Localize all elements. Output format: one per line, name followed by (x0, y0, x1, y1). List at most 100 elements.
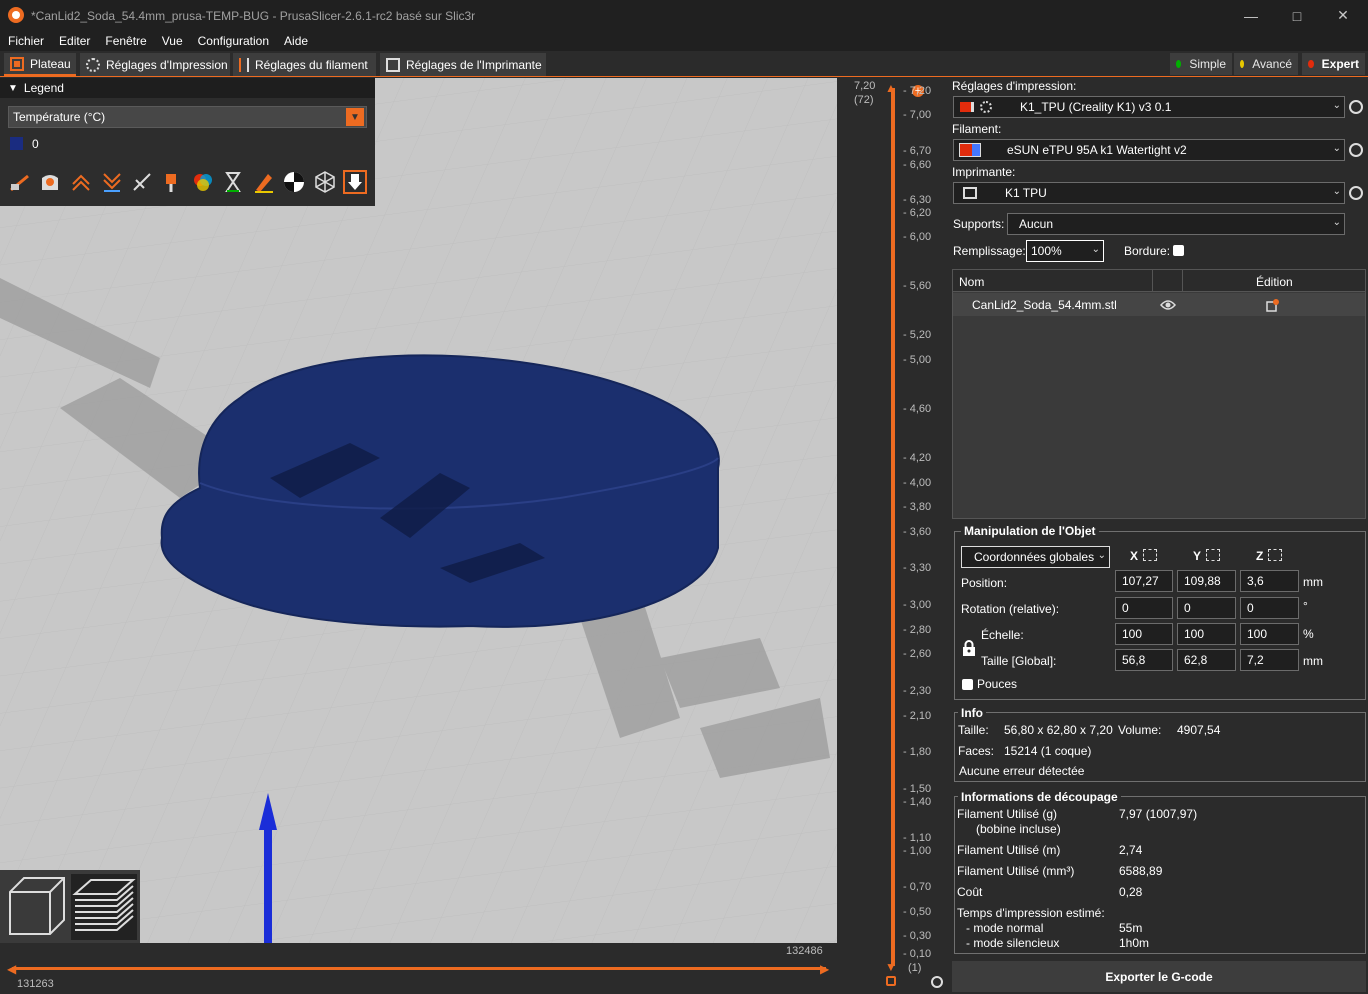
mode-expert-button[interactable]: Expert (1302, 53, 1365, 75)
spool-icon (239, 57, 249, 72)
bed-scene (0, 78, 837, 943)
minimize-icon[interactable]: — (1228, 0, 1274, 31)
3d-view-icon[interactable] (6, 874, 68, 938)
lock-icon[interactable] (962, 640, 976, 656)
export-gcode-button[interactable]: Exporter le G-code (952, 961, 1366, 992)
deretractions-icon[interactable] (100, 170, 124, 194)
tab-plateau[interactable]: Plateau (4, 53, 76, 76)
view-type-dropdown[interactable]: Température (°C) ▼ (8, 106, 367, 128)
position-y-field[interactable]: 109,88 (1177, 570, 1236, 592)
maximize-icon[interactable]: □ (1274, 0, 1320, 31)
filament-preset-combo[interactable]: eSUN eTPU 95A k1 Watertight v2 ⌄ (953, 139, 1345, 161)
mode-advanced-button[interactable]: Avancé (1234, 53, 1298, 75)
axis-y-label: Y (1193, 549, 1202, 563)
print-preset-combo[interactable]: K1_TPU (Creality K1) v3 0.1 ⌄ (953, 96, 1345, 118)
tool-changes-icon[interactable] (160, 170, 184, 194)
travel-icon[interactable] (8, 170, 32, 194)
print-time-label: Temps d'impression estimé: (957, 906, 1105, 920)
menu-aide[interactable]: Aide (276, 34, 315, 48)
tab-print-settings[interactable]: Réglages d'Impression (80, 53, 230, 76)
scale-x-field[interactable]: 100 (1115, 623, 1173, 645)
retractions-icon[interactable] (69, 170, 93, 194)
unlock-icon[interactable] (886, 976, 896, 986)
pause-print-icon[interactable] (221, 170, 245, 194)
tab-filament-label: Réglages du filament (255, 57, 368, 72)
tool-marker-icon[interactable] (343, 170, 367, 194)
menu-configuration[interactable]: Configuration (190, 34, 276, 48)
seams-icon[interactable] (130, 170, 154, 194)
vslider-top-thumb[interactable]: ▲ (885, 81, 897, 95)
vertical-layer-slider[interactable]: 7,20 (72) ▲ + ▼ (1) - 7,20 - 7,00 - 6,70… (837, 78, 950, 994)
drop-to-bed-y-icon[interactable] (1206, 549, 1220, 561)
menu-fichier[interactable]: Fichier (0, 34, 51, 48)
tab-filament-settings[interactable]: Réglages du filament (233, 53, 376, 76)
chevron-down-icon: ⌄ (1332, 186, 1341, 197)
coordinates-combo[interactable]: Coordonnées globales ⌄ (961, 546, 1110, 568)
printer-preset-combo[interactable]: K1 TPU ⌄ (953, 182, 1345, 204)
menu-editer[interactable]: Editer (51, 34, 97, 48)
column-name[interactable]: Nom (959, 275, 984, 289)
vslider-bottom-thumb[interactable]: ▼ (885, 960, 897, 974)
filament-g-sub: (bobine incluse) (976, 822, 1061, 836)
brim-checkbox[interactable] (1173, 245, 1184, 256)
preview-layers-icon[interactable] (71, 874, 137, 940)
menu-vue[interactable]: Vue (154, 34, 190, 48)
object-list-header (953, 270, 1365, 292)
legend-color-swatch (10, 137, 23, 150)
column-edit[interactable]: Édition (1256, 275, 1293, 289)
size-x-field[interactable]: 56,8 (1115, 649, 1173, 671)
tab-printer-settings[interactable]: Réglages de l'Imprimante (380, 53, 546, 76)
shells-icon[interactable] (313, 170, 337, 194)
supports-label: Supports: (953, 217, 1005, 231)
vslider-tick: - 1,00 (903, 845, 932, 857)
vslider-tick: - 5,20 (903, 329, 932, 341)
drop-to-bed-x-icon[interactable] (1143, 549, 1157, 561)
supports-combo[interactable]: Aucun ⌄ (1007, 213, 1345, 235)
view-type-value: Température (°C) (13, 110, 106, 124)
scale-z-field[interactable]: 100 (1240, 623, 1299, 645)
hslider-left-thumb[interactable]: ◀ (7, 962, 16, 976)
color-changes-icon[interactable] (191, 170, 215, 194)
print-preset-settings-icon[interactable] (1349, 100, 1363, 114)
center-of-gravity-icon[interactable] (282, 170, 306, 194)
position-x-field[interactable]: 107,27 (1115, 570, 1173, 592)
custom-gcode-icon[interactable] (252, 170, 276, 194)
vslider-tick: - 2,10 (903, 710, 932, 722)
manipulation-title: Manipulation de l'Objet (961, 524, 1099, 538)
rotation-x-field[interactable]: 0 (1115, 597, 1173, 619)
vslider-tick: - 5,00 (903, 354, 932, 366)
edit-settings-icon[interactable] (1266, 298, 1280, 312)
mode-advanced-label: Avancé (1252, 57, 1292, 71)
close-icon[interactable]: ✕ (1320, 0, 1366, 31)
window-title: *CanLid2_Soda_54.4mm_prusa-TEMP-BUG - Pr… (31, 8, 476, 23)
rotation-y-field[interactable]: 0 (1177, 597, 1236, 619)
printer-preset-settings-icon[interactable] (1349, 186, 1363, 200)
eye-icon[interactable] (1160, 299, 1176, 311)
3d-preview-canvas[interactable] (0, 78, 837, 943)
hslider-right-thumb[interactable]: ▶ (820, 962, 829, 976)
position-z-field[interactable]: 3,6 (1240, 570, 1299, 592)
info-errors: Aucune erreur détectée (959, 764, 1085, 778)
chevron-down-icon: ⌄ (1091, 244, 1100, 255)
inches-checkbox[interactable] (962, 679, 973, 690)
slider-settings-cog-icon[interactable] (931, 976, 943, 988)
mode-simple-button[interactable]: Simple (1170, 53, 1232, 75)
infill-combo[interactable]: 100% ⌄ (1026, 240, 1104, 262)
silent-mode-value: 1h0m (1119, 936, 1150, 950)
rotation-z-field[interactable]: 0 (1240, 597, 1299, 619)
object-name[interactable]: CanLid2_Soda_54.4mm.stl (972, 298, 1117, 312)
coordinates-value: Coordonnées globales (974, 550, 1095, 564)
horizontal-gcode-slider[interactable]: ◀ ▶ 131263 132486 (0, 943, 837, 994)
position-label: Position: (961, 576, 1008, 590)
filament-preset-settings-icon[interactable] (1349, 143, 1363, 157)
vslider-tick: - 7,00 (903, 109, 932, 121)
print-settings-label: Réglages d'impression: (952, 79, 1077, 93)
size-y-field[interactable]: 62,8 (1177, 649, 1236, 671)
wipe-icon[interactable] (38, 170, 62, 194)
size-label: Taille [Global]: (981, 654, 1057, 668)
menu-fenetre[interactable]: Fenêtre (97, 34, 153, 48)
scale-y-field[interactable]: 100 (1177, 623, 1236, 645)
size-z-field[interactable]: 7,2 (1240, 649, 1299, 671)
drop-to-bed-z-icon[interactable] (1268, 549, 1282, 561)
legend-header[interactable]: ▼ Legend (0, 78, 375, 98)
